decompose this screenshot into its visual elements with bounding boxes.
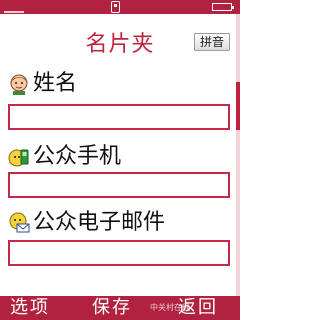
name-input[interactable]	[8, 104, 230, 130]
phone-status-icon	[111, 1, 120, 13]
person-icon	[10, 74, 28, 95]
field-label-name: 姓名	[33, 71, 78, 96]
public-mobile-input[interactable]	[8, 172, 230, 198]
watermark: 中关村在线	[150, 303, 190, 312]
battery-icon	[212, 3, 234, 11]
public-email-input[interactable]	[8, 240, 230, 266]
softkey-bar: 选项 保存 返回	[0, 296, 240, 320]
scrollbar-thumb[interactable]	[236, 82, 240, 130]
status-bar	[0, 0, 240, 14]
email-icon	[9, 212, 30, 233]
scrollbar-track[interactable]	[236, 14, 240, 296]
signal-icon	[4, 3, 24, 13]
field-label-public-email: 公众电子邮件	[33, 210, 166, 235]
options-softkey[interactable]: 选项	[10, 296, 50, 320]
input-method-button[interactable]: 拼音	[194, 33, 230, 51]
save-softkey[interactable]: 保存	[92, 296, 132, 320]
mobile-phone-icon	[8, 149, 29, 167]
field-label-public-mobile: 公众手机	[33, 144, 122, 169]
